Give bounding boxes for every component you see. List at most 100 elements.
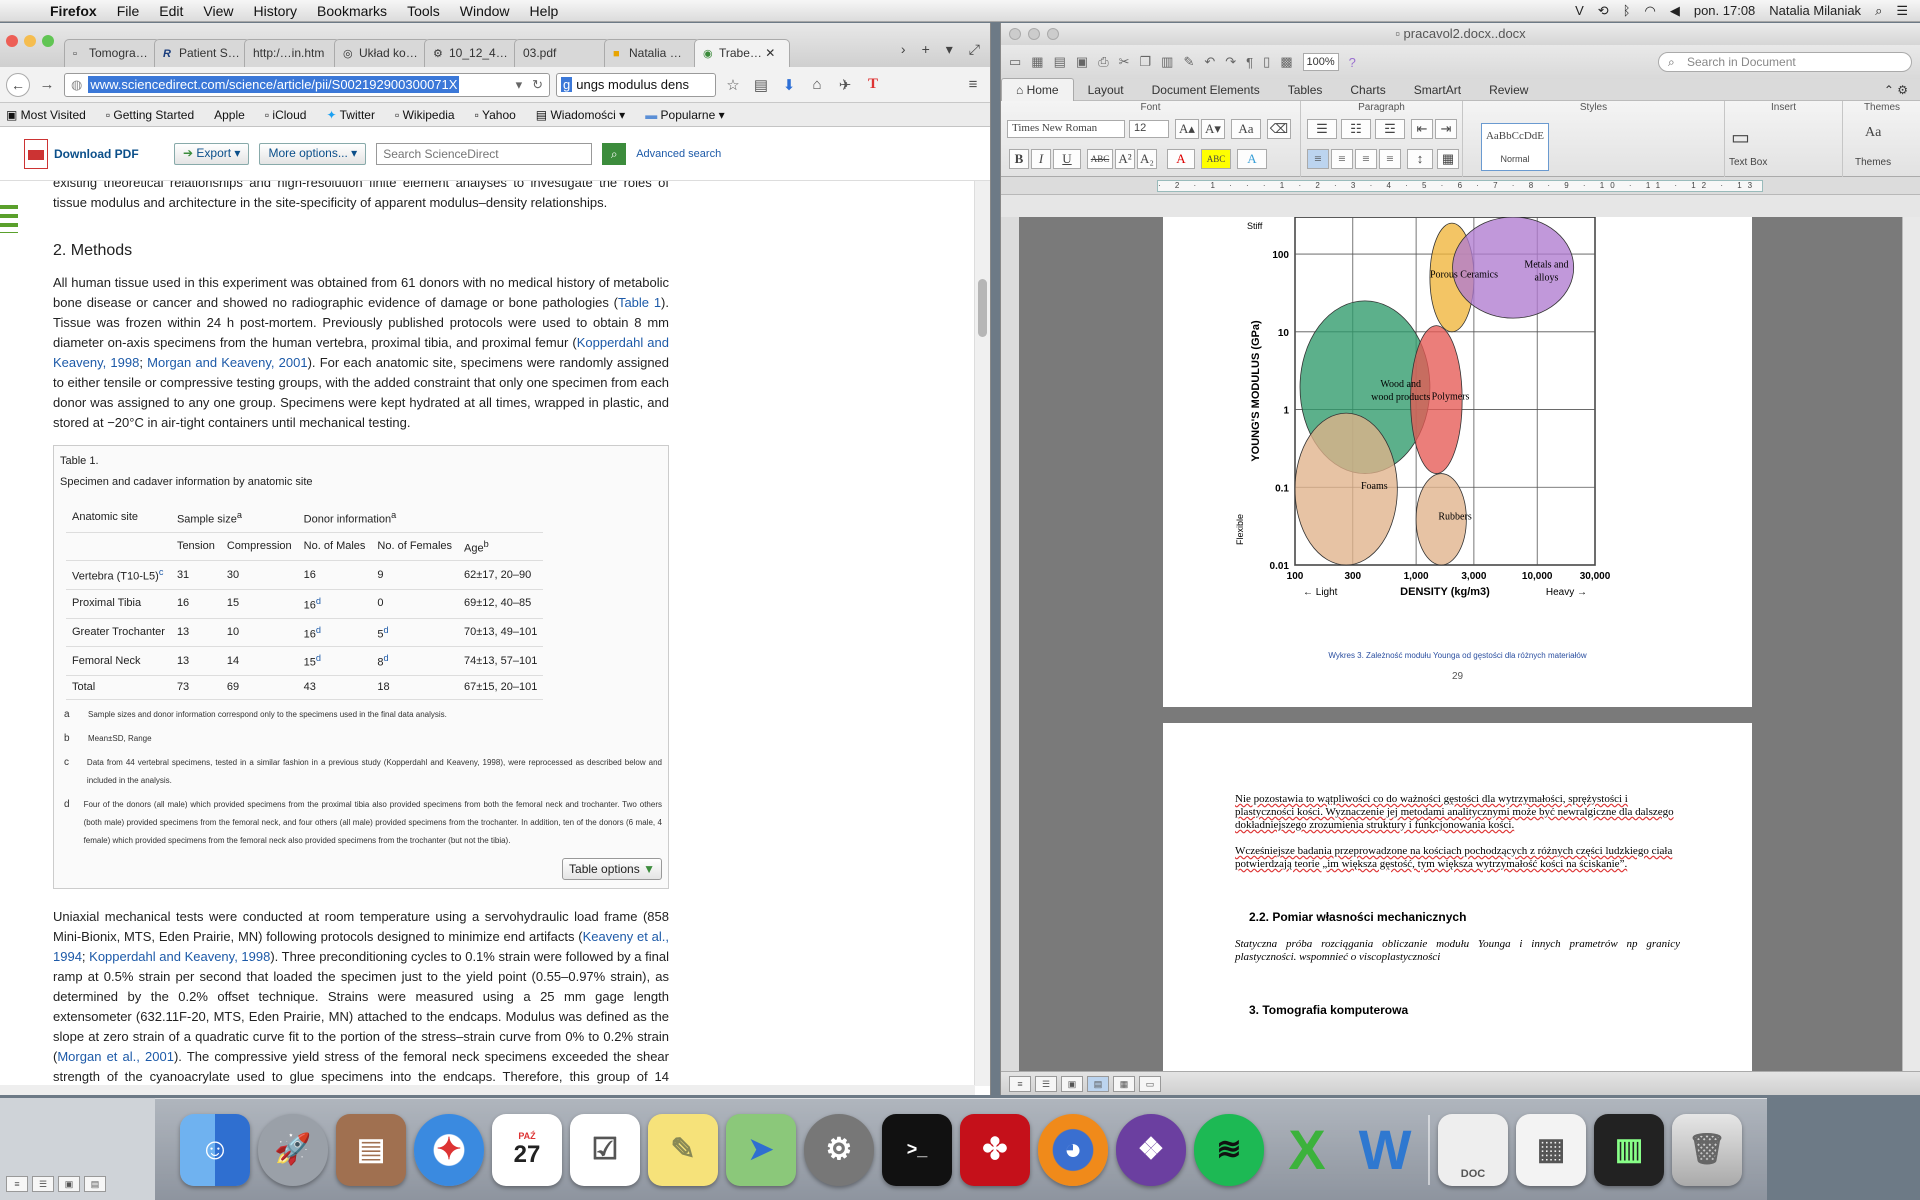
bookmark-wikipedia[interactable]: ▫ Wikipedia [395, 108, 455, 122]
publishing-view-button[interactable]: ▣ [58, 1176, 80, 1192]
tab-tomografia[interactable]: ▫ Tomogra… [64, 39, 160, 67]
clock[interactable]: pon. 17:08 [1694, 3, 1755, 18]
align-right-button[interactable]: ≡ [1355, 149, 1377, 169]
section-heading[interactable]: 2.2. Pomiar własności mechanicznych [1249, 911, 1680, 924]
bookmark-wiadomosci[interactable]: ▤ Wiadomości ▾ [536, 108, 625, 122]
menu-tools[interactable]: Tools [397, 3, 450, 19]
menu-view[interactable]: View [193, 3, 243, 19]
translate-extension-icon[interactable]: T [862, 76, 884, 93]
new-document-icon[interactable]: ▭ [1009, 54, 1021, 70]
bookmark-popularne[interactable]: ▬ Popularne ▾ [645, 108, 724, 122]
shrink-font-button[interactable]: A▾ [1201, 119, 1225, 139]
preview-icon[interactable]: ▦ [1516, 1113, 1586, 1186]
numbering-button[interactable]: ☷ [1341, 119, 1371, 139]
font-color-button[interactable]: A [1167, 149, 1195, 169]
search-go-button[interactable]: ⌕ [602, 142, 627, 165]
print-icon[interactable]: ⎙ [1098, 54, 1108, 70]
scrollbar-thumb[interactable] [978, 279, 987, 337]
notes-icon[interactable]: ✎ [648, 1113, 718, 1186]
minimize-window-button[interactable] [1028, 28, 1040, 40]
format-painter-icon[interactable]: ✎ [1183, 54, 1194, 70]
launchpad-icon[interactable]: 🚀 [258, 1113, 328, 1186]
menu-bookmarks[interactable]: Bookmarks [307, 3, 397, 19]
draft-view-button[interactable]: ≡ [1009, 1075, 1031, 1092]
calendar-icon[interactable]: PAŹ 27 [492, 1113, 562, 1186]
bookmarks-menu-icon[interactable]: ▤ [750, 76, 772, 94]
document-icon[interactable]: DOC [1438, 1113, 1508, 1186]
font-size-select[interactable]: 12 [1129, 120, 1169, 138]
italic-button[interactable]: I [1031, 149, 1051, 169]
collapse-ribbon-icon[interactable]: ⌃ ⚙ [1884, 83, 1920, 97]
close-tab-icon[interactable]: ✕ [765, 46, 775, 60]
more-options-button[interactable]: More options... ▾ [259, 142, 367, 165]
copy-icon[interactable]: ❐ [1140, 54, 1152, 70]
publishing-view-button[interactable]: ▣ [1061, 1075, 1083, 1092]
bookmark-icloud[interactable]: ▫ iCloud [265, 108, 307, 122]
notification-center-icon[interactable]: ☰ [1896, 3, 1908, 19]
downloads-icon[interactable]: ⬇ [778, 76, 800, 94]
print-layout-button[interactable]: ▤ [84, 1176, 106, 1192]
menu-history[interactable]: History [243, 3, 307, 19]
back-button[interactable]: ← [6, 72, 30, 97]
input-source-indicator[interactable]: V [1575, 3, 1584, 18]
tab-natalia[interactable]: ■ Natalia … [604, 39, 700, 67]
tab-uklad[interactable]: ◎ Układ ko… [334, 39, 430, 67]
sciencedirect-search-input[interactable] [376, 142, 593, 165]
media-browser-icon[interactable]: ▩ [1280, 54, 1292, 70]
ref-link[interactable]: Morgan et al., 2001 [57, 1049, 174, 1064]
line-spacing-button[interactable]: ↕ [1407, 149, 1433, 169]
horizontal-scrollbar[interactable] [0, 1085, 975, 1095]
vertical-scrollbar[interactable] [974, 181, 990, 1086]
forward-button[interactable]: → [36, 76, 58, 93]
bookmark-most-visited[interactable]: ▣ Most Visited [6, 108, 86, 122]
spotify-icon[interactable]: ≋ [1194, 1113, 1264, 1186]
export-button[interactable]: ➔ Export ▾ [174, 142, 250, 165]
activity-icon[interactable]: ▥ [1594, 1113, 1664, 1186]
wifi-icon[interactable]: ◠ [1645, 3, 1656, 19]
open-icon[interactable]: ▤ [1054, 54, 1066, 70]
system-preferences-icon[interactable]: ⚙ [804, 1113, 874, 1186]
search-document-input[interactable]: Search in Document [1658, 52, 1912, 72]
justify-button[interactable]: ≡ [1379, 149, 1401, 169]
reminders-icon[interactable]: ☑ [570, 1113, 640, 1186]
outline-view-button[interactable]: ☰ [1035, 1075, 1057, 1092]
vertical-ruler[interactable] [1001, 217, 1019, 1079]
menu-edit[interactable]: Edit [149, 3, 193, 19]
decrease-indent-button[interactable]: ⇤ [1411, 119, 1433, 139]
search-bar[interactable]: g ungs modulus dens [556, 72, 716, 97]
menu-app-name[interactable]: Firefox [40, 3, 107, 19]
advanced-search-link[interactable]: Advanced search [636, 148, 721, 160]
acrobat-icon[interactable]: ✤ [960, 1113, 1030, 1186]
ref-link[interactable]: Morgan and Keaveny, 2001 [147, 355, 307, 370]
tab-html[interactable]: http:/…in.htm [244, 39, 340, 67]
change-case-button[interactable]: Aa [1231, 119, 1261, 139]
tab-layout[interactable]: Layout [1074, 79, 1138, 101]
bookmark-apple[interactable]: Apple [214, 108, 245, 122]
align-center-button[interactable]: ≡ [1331, 149, 1353, 169]
scroll-tabs-right-icon[interactable]: › [901, 41, 906, 58]
bold-button[interactable]: B [1009, 149, 1029, 169]
grow-font-button[interactable]: A▴ [1175, 119, 1199, 139]
cut-icon[interactable]: ✂ [1119, 54, 1130, 70]
horizontal-ruler[interactable]: · 2 · 1 · · · 1 · 2 · 3 · 4 · 5 · 6 · 7 … [1001, 177, 1920, 195]
show-formatting-icon[interactable]: ¶ [1246, 55, 1253, 70]
help-icon[interactable]: ? [1349, 55, 1356, 70]
excel-icon[interactable]: X [1272, 1114, 1342, 1186]
tab-charts[interactable]: Charts [1336, 79, 1399, 101]
outline-view-button[interactable]: ☰ [32, 1176, 54, 1192]
redo-icon[interactable]: ↷ [1225, 54, 1236, 70]
templates-icon[interactable]: ▦ [1031, 54, 1043, 70]
spotlight-icon[interactable]: ⌕ [1875, 3, 1882, 19]
highlight-button[interactable]: ABC [1201, 149, 1231, 169]
close-window-button[interactable] [6, 35, 18, 47]
extension-icon[interactable]: ✈ [834, 76, 856, 94]
table-1-link[interactable]: Table 1 [618, 295, 661, 310]
textbox-button[interactable]: Text Box [1729, 157, 1767, 168]
new-tab-icon[interactable]: + [922, 41, 930, 58]
tab-patient[interactable]: R Patient S… [154, 39, 250, 67]
zoom-window-button[interactable] [42, 35, 54, 47]
borders-button[interactable]: ▦ [1437, 149, 1459, 169]
tab-review[interactable]: Review [1475, 79, 1542, 101]
print-layout-button[interactable]: ▤ [1087, 1075, 1109, 1092]
text-effects-button[interactable]: A [1237, 149, 1267, 169]
